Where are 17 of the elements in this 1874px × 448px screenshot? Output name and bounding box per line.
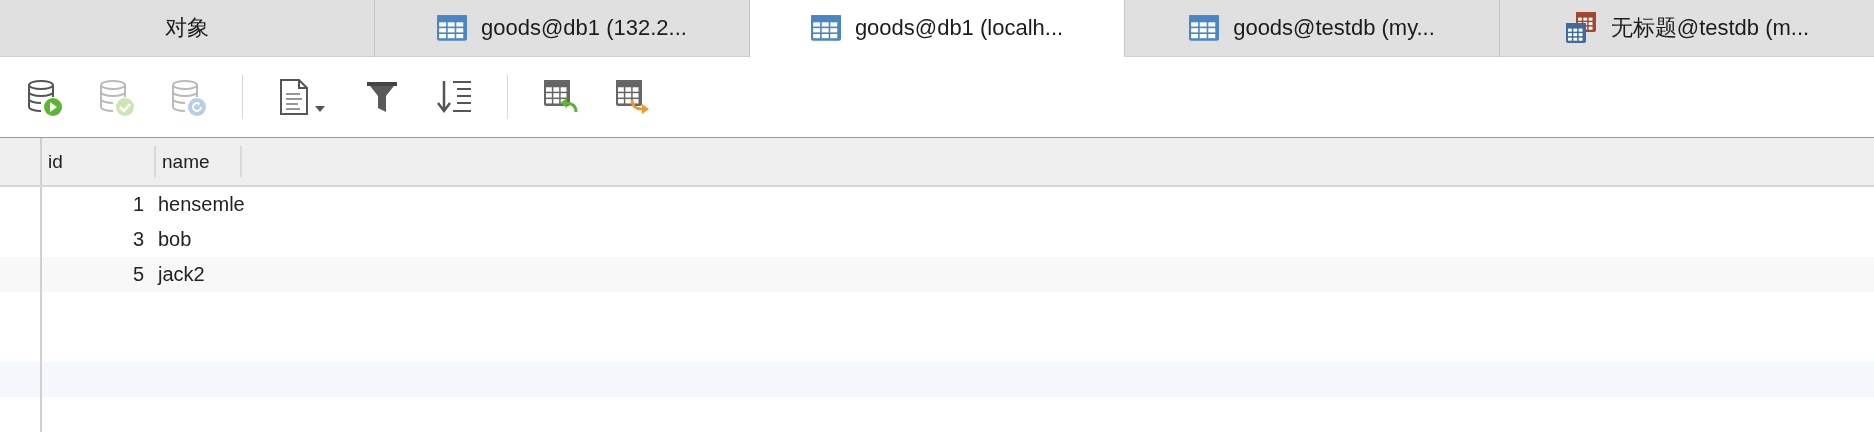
column-header[interactable]: name [156, 146, 242, 177]
table-cell: 1 [132, 193, 144, 216]
tab[interactable]: goods@db1 (localh... [750, 0, 1125, 57]
table-cell: 5 [132, 263, 144, 286]
column-header[interactable]: id [42, 146, 156, 177]
table-icon [437, 15, 468, 41]
database-run-icon[interactable] [26, 78, 64, 116]
table-cell: bob [158, 228, 192, 251]
table-icon [810, 15, 841, 41]
table-icon [1189, 15, 1220, 41]
table-cell: hensemle [158, 193, 245, 216]
table-cell: jack2 [158, 263, 205, 286]
tab[interactable]: goods@db1 (132.2... [375, 0, 750, 57]
tab[interactable]: 对象 [0, 0, 375, 57]
tab[interactable]: goods@testdb (my... [1125, 0, 1500, 57]
table-cell: 3 [132, 228, 144, 251]
tables-icon [1564, 12, 1597, 44]
